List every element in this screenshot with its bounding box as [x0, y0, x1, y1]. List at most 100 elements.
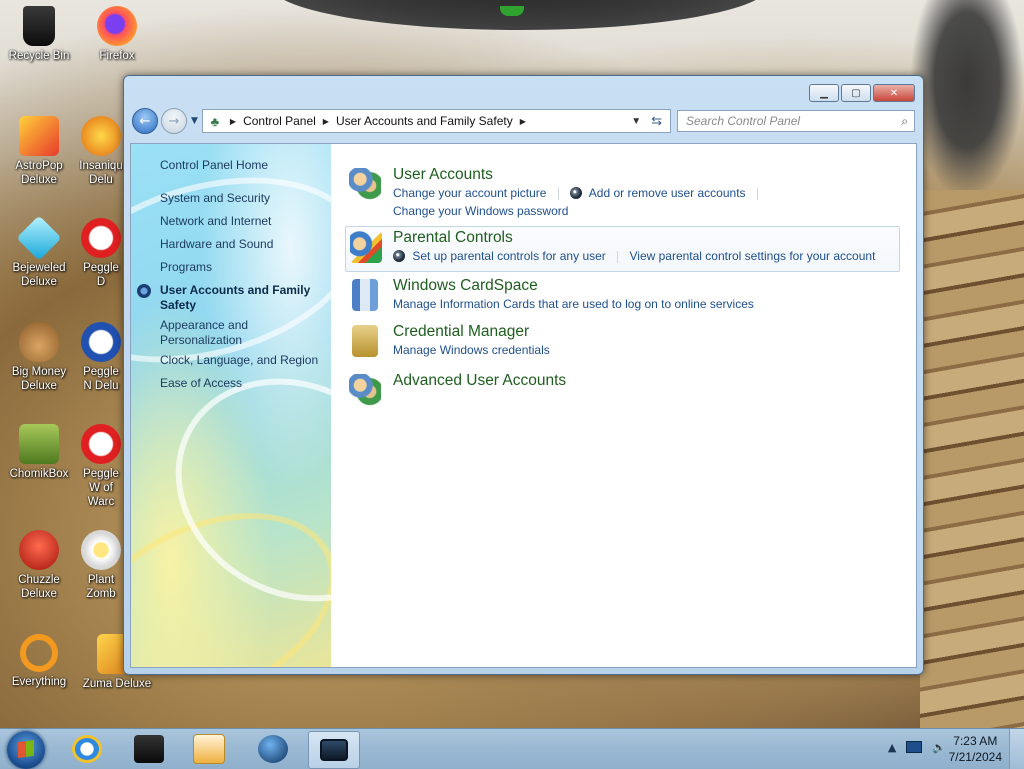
nav-hardware-and-sound[interactable]: Hardware and Sound [160, 237, 325, 252]
category-pane: User Accounts Change your account pictur… [331, 144, 916, 667]
category-title[interactable]: Parental Controls [393, 229, 513, 247]
wallpaper-wood-planks [920, 190, 1024, 730]
address-tail: ▼ ⇆ [631, 113, 670, 129]
desktop-icon-peggle-nights[interactable]: Peggle N Delu [79, 322, 123, 393]
forward-arrow-icon: → [168, 113, 180, 129]
desktop-icon-label: Chuzzle Deluxe [18, 574, 60, 600]
search-box[interactable]: Search Control Panel ⌕ [677, 110, 915, 132]
link-add-remove-user-accounts[interactable]: Add or remove user accounts [589, 186, 746, 200]
maximize-button[interactable]: ▢ [841, 84, 871, 102]
desktop-icon-label: Firefox [99, 50, 135, 62]
insaniquarium-icon [81, 116, 121, 156]
desktop-icon-label: Peggle N Delu [83, 366, 119, 392]
category-links-row2: Change your Windows password [393, 204, 568, 218]
link-change-account-picture[interactable]: Change your account picture [393, 186, 546, 200]
taskbar-control-panel-window[interactable] [308, 731, 360, 769]
link-manage-windows-credentials[interactable]: Manage Windows credentials [393, 343, 550, 357]
desktop-icon-plants-vs-zombies[interactable]: Plant Zomb [79, 530, 123, 601]
control-panel-home-link[interactable]: Control Panel Home [160, 158, 325, 173]
clock-time: 7:23 AM [953, 734, 998, 748]
recent-pages-dropdown[interactable]: ▼ [191, 116, 198, 126]
close-button[interactable]: ✕ [873, 84, 915, 102]
address-bar[interactable]: ♣ ▶ Control Panel ▶ User Accounts and Fa… [201, 109, 671, 133]
category-user-accounts: User Accounts Change your account pictur… [349, 166, 902, 220]
nav-clock-language-region[interactable]: Clock, Language, and Region [160, 353, 325, 368]
forward-button[interactable]: → [161, 108, 187, 134]
category-parental-controls[interactable]: Parental Controls Set up parental contro… [345, 226, 900, 272]
parental-controls-icon [350, 231, 382, 263]
desktop-icon-label: Big Money Deluxe [11, 366, 67, 392]
everything-icon [20, 634, 58, 672]
desktop-icon-label: Everything [11, 676, 67, 688]
taskbar-internet-explorer[interactable] [62, 731, 112, 767]
nav-system-and-security[interactable]: System and Security [160, 191, 325, 206]
category-windows-cardspace: Windows CardSpace Manage Information Car… [349, 277, 902, 317]
desktop-icon-label: Zuma Deluxe [82, 678, 152, 690]
desktop-icon-chuzzle[interactable]: Chuzzle Deluxe [1, 530, 77, 601]
action-center-icon[interactable] [906, 741, 923, 753]
taskbar-globe-app[interactable] [248, 731, 298, 767]
taskbar-dark-app[interactable] [124, 731, 174, 767]
peggle-wow-icon [81, 424, 121, 464]
taskbar: ▲ 🔈 7:23 AM 7/21/2024 [0, 728, 1024, 769]
desktop-icon-big-money[interactable]: Big Money Deluxe [1, 322, 77, 393]
desktop-icon-label: Recycle Bin [8, 50, 70, 62]
breadcrumb-control-panel[interactable]: Control Panel [243, 114, 316, 128]
wallpaper-green-light [500, 6, 524, 16]
link-view-parental-control-settings[interactable]: View parental control settings for your … [629, 249, 875, 263]
category-title[interactable]: Windows CardSpace [393, 277, 538, 295]
category-title[interactable]: Credential Manager [393, 323, 529, 341]
category-title[interactable]: Advanced User Accounts [393, 372, 566, 390]
firefox-icon [97, 6, 137, 46]
control-panel-window-icon [320, 739, 348, 761]
desktop-icon-recycle-bin[interactable]: Recycle Bin [1, 6, 77, 63]
window-content: Control Panel Home System and Security N… [130, 143, 917, 668]
search-icon[interactable]: ⌕ [901, 114, 908, 129]
nav-programs[interactable]: Programs [160, 260, 325, 275]
user-accounts-icon [349, 168, 381, 200]
current-location-bullet-icon [137, 284, 151, 298]
refresh-icon[interactable]: ⇆ [651, 113, 662, 129]
peggle-nights-icon [81, 322, 121, 362]
control-panel-icon: ♣ [210, 113, 220, 129]
category-title[interactable]: User Accounts [393, 166, 493, 184]
uac-shield-icon [393, 250, 405, 262]
link-change-windows-password[interactable]: Change your Windows password [393, 204, 568, 218]
peggle-icon [81, 218, 121, 258]
start-button[interactable] [7, 731, 45, 769]
nav-appearance-and-personalization[interactable]: Appearance and Personalization [160, 318, 325, 348]
minimize-button[interactable]: ▁ [809, 84, 839, 102]
desktop-icon-label: Bejeweled Deluxe [12, 262, 66, 288]
desktop-icon-peggle-wow[interactable]: Peggle W of Warc [79, 424, 123, 509]
taskbar-clock[interactable]: 7:23 AM 7/21/2024 [949, 733, 1002, 765]
breadcrumb-user-accounts[interactable]: User Accounts and Family Safety [336, 114, 513, 128]
desktop-icon-everything[interactable]: Everything [1, 634, 77, 689]
address-dropdown-icon[interactable]: ▼ [631, 116, 641, 127]
nav-ease-of-access[interactable]: Ease of Access [160, 376, 325, 391]
taskbar-media-player[interactable] [184, 731, 234, 767]
breadcrumb-separator-icon[interactable]: ▶ [323, 117, 329, 126]
show-hidden-icons-icon[interactable]: ▲ [888, 741, 896, 754]
breadcrumb-separator-icon[interactable]: ▶ [520, 117, 526, 126]
chuzzle-icon [19, 530, 59, 570]
nav-network-and-internet[interactable]: Network and Internet [160, 214, 325, 229]
credential-manager-icon [352, 325, 378, 357]
desktop-icon-firefox[interactable]: Firefox [79, 6, 155, 63]
desktop-icon-peggle[interactable]: Peggle D [79, 218, 123, 289]
breadcrumb-separator-icon[interactable]: ▶ [230, 117, 236, 126]
desktop-icon-astropop[interactable]: AstroPop Deluxe [1, 116, 77, 187]
show-desktop-button[interactable] [1009, 729, 1024, 769]
desktop-icon-insaniquarium[interactable]: Insaniqu Delu [79, 116, 123, 187]
globe-app-icon [258, 735, 288, 763]
desktop-icon-label: AstroPop Deluxe [15, 160, 63, 186]
search-input[interactable]: Search Control Panel [686, 114, 800, 128]
category-links: Manage Information Cards that are used t… [393, 297, 754, 311]
desktop-icon-bejeweled[interactable]: Bejeweled Deluxe [1, 215, 77, 289]
volume-icon[interactable]: 🔈 [932, 741, 946, 754]
link-manage-information-cards[interactable]: Manage Information Cards that are used t… [393, 297, 754, 311]
desktop-icon-chomikbox[interactable]: ChomikBox [1, 424, 77, 481]
link-setup-parental-controls[interactable]: Set up parental controls for any user [412, 249, 605, 263]
nav-user-accounts-and-family-safety[interactable]: User Accounts and Family Safety [160, 283, 325, 313]
back-button[interactable]: ← [132, 108, 158, 134]
category-links: Change your account picture Add or remov… [393, 186, 766, 200]
